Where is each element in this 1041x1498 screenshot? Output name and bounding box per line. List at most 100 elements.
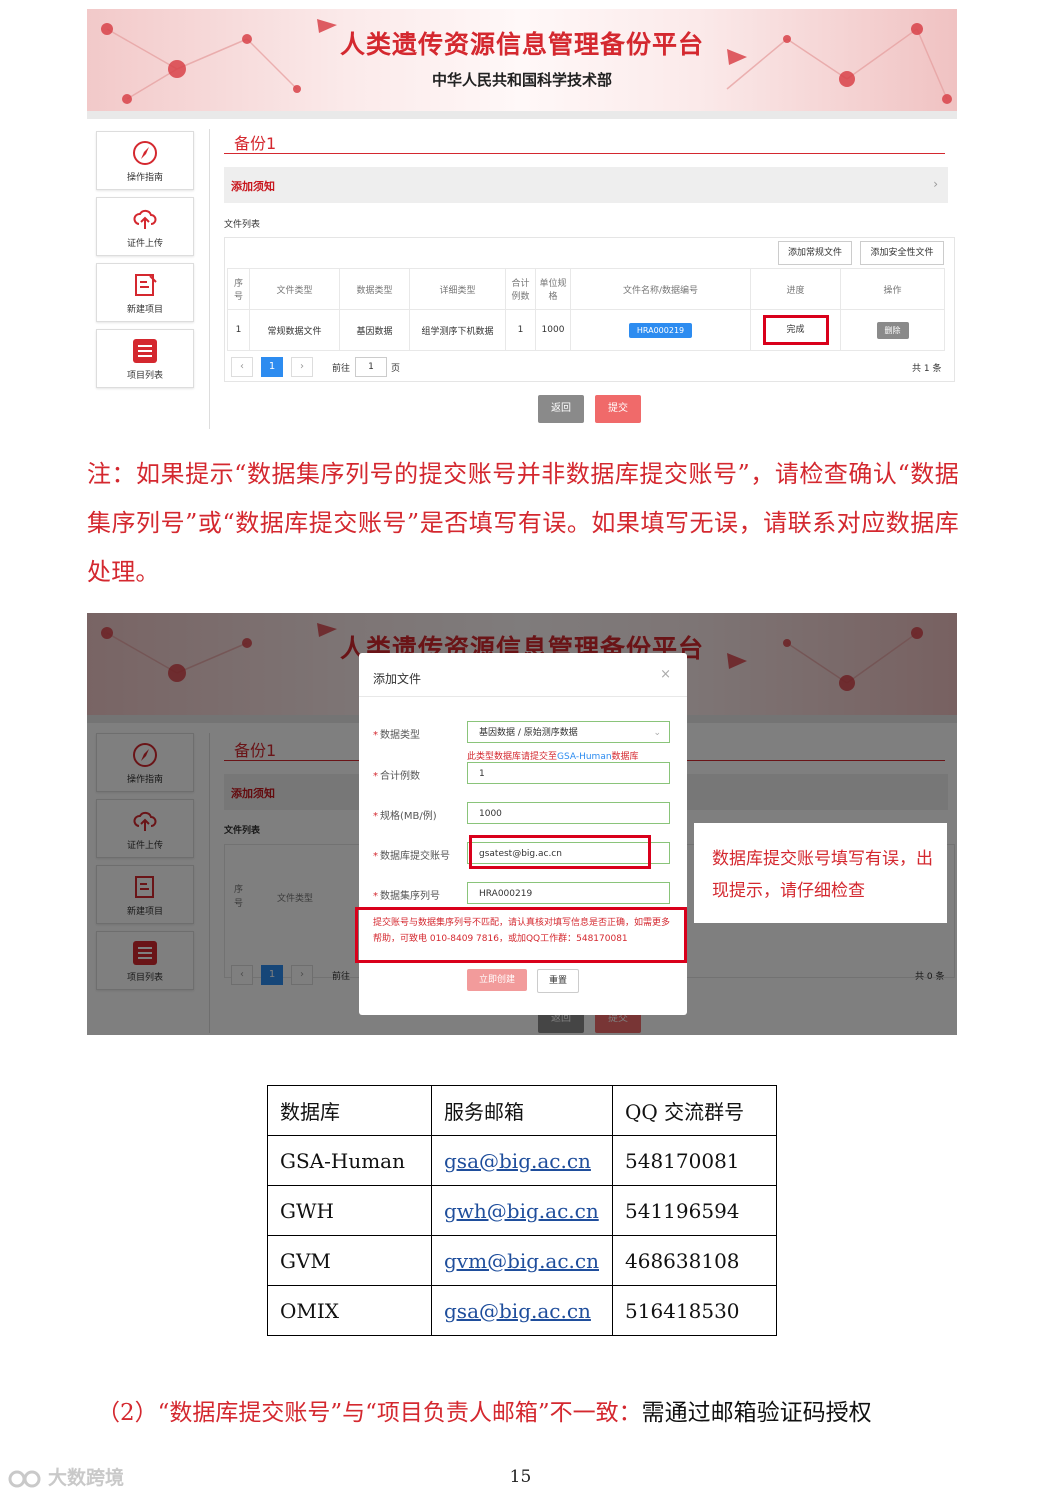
- cell-qq: 541196594: [612, 1185, 777, 1236]
- required-asterisk: *: [373, 851, 378, 862]
- total-count-label: * 合计例数: [373, 771, 420, 782]
- nav-project-list-button[interactable]: 项目列表: [96, 329, 194, 388]
- table-header: 进度: [750, 268, 841, 310]
- back-button[interactable]: 返回: [538, 395, 584, 423]
- table-header: QQ 交流群号: [612, 1085, 777, 1136]
- data-type-select[interactable]: 基因数据 / 原始测序数据 ⌄: [467, 721, 670, 743]
- error-message-highlight: [355, 907, 687, 963]
- add-regular-file-button[interactable]: 添加常规文件: [778, 241, 852, 265]
- notice-title: 添加须知: [231, 180, 275, 193]
- database-hint: 此类型数据库请提交至GSA-Human数据库: [467, 752, 639, 762]
- reset-button[interactable]: 重置: [537, 969, 579, 993]
- database-contact-table: 数据库 服务邮箱 QQ 交流群号 GSA-Human gsa@big.ac.cn…: [267, 1085, 777, 1336]
- table-row: 1 常规数据文件 基因数据 组学测序下机数据 1 1000 HRA000219 …: [227, 309, 945, 351]
- gsa-human-link[interactable]: GSA-Human: [557, 752, 612, 762]
- table-header: 合计例数: [505, 268, 536, 310]
- size-per-case-input[interactable]: 1000: [467, 802, 670, 824]
- cell-file-id: HRA000219: [570, 309, 751, 351]
- table-row: GSA-Human gsa@big.ac.cn 548170081: [267, 1135, 777, 1186]
- list-icon: [133, 339, 157, 363]
- email-link[interactable]: gsa@big.ac.cn: [444, 1149, 591, 1173]
- nav-guide-button[interactable]: 操作指南: [96, 131, 194, 190]
- cell-email: gsa@big.ac.cn: [431, 1135, 613, 1186]
- pager-page-suffix: 页: [391, 364, 401, 374]
- create-now-button[interactable]: 立即创建: [467, 969, 527, 991]
- table-header: 文件名称/数据编号: [570, 268, 751, 310]
- project-title-underline: [224, 153, 945, 154]
- table-header-row: 序号 文件类型 数据类型 详细类型 合计例数 单位规格 文件名称/数据编号 进度…: [227, 268, 945, 310]
- file-list-label: 文件列表: [224, 220, 261, 230]
- cell-qq: 548170081: [612, 1135, 777, 1186]
- table-row: OMIX gsa@big.ac.cn 516418530: [267, 1285, 777, 1336]
- email-link[interactable]: gwh@big.ac.cn: [444, 1199, 599, 1223]
- nav-new-project-label: 新建项目: [126, 305, 163, 315]
- email-link[interactable]: gsa@big.ac.cn: [444, 1299, 591, 1323]
- cell-database: OMIX: [267, 1285, 432, 1336]
- cell-qq: 468638108: [612, 1235, 777, 1286]
- section-2-text: 需通过邮箱验证码授权: [641, 1400, 872, 1426]
- cell-email: gsa@big.ac.cn: [431, 1285, 613, 1336]
- table-header-row: 数据库 服务邮箱 QQ 交流群号: [267, 1085, 777, 1136]
- cloud-upload-icon: [133, 209, 157, 229]
- pager-goto-input[interactable]: 1: [355, 357, 387, 377]
- cell-action: 删除: [840, 309, 945, 351]
- progress-status-highlighted: 完成: [762, 315, 829, 345]
- cell-database: GSA-Human: [267, 1135, 432, 1186]
- cell-progress: 完成: [750, 309, 841, 351]
- table-header: 操作: [840, 268, 945, 310]
- chevron-right-icon: ›: [933, 177, 938, 191]
- notice-collapse[interactable]: 添加须知 ›: [224, 167, 948, 203]
- table-header: 数据类型: [339, 268, 410, 310]
- required-asterisk: *: [373, 891, 378, 902]
- dataset-serial-label: * 数据集序列号: [373, 891, 440, 902]
- modal-header-divider: [359, 696, 687, 697]
- total-count-input[interactable]: 1: [467, 762, 670, 784]
- pager-page-1[interactable]: 1: [261, 357, 283, 377]
- compass-icon: [133, 141, 157, 165]
- submit-button[interactable]: 提交: [595, 395, 641, 423]
- close-icon[interactable]: ×: [660, 667, 671, 682]
- add-security-file-button[interactable]: 添加安全性文件: [860, 241, 944, 265]
- note-paragraph: 注：如果提示“数据集序列号的提交账号并非数据库提交账号”，请检查确认“数据集序列…: [87, 460, 959, 586]
- screenshot-add-file-modal: 人类遗传资源信息管理备份平台 操作指南 证件上传 新建项目 项目: [87, 613, 957, 1035]
- banner-subtitle: 中华人民共和国科学技术部: [431, 71, 612, 89]
- submit-account-label: * 数据库提交账号: [373, 851, 450, 862]
- account-field-highlight: [469, 835, 651, 869]
- cell-unit: 1000: [535, 309, 571, 351]
- data-type-label: * 数据类型: [373, 730, 420, 741]
- cell-database: GWH: [267, 1185, 432, 1236]
- file-table: 序号 文件类型 数据类型 详细类型 合计例数 单位规格 文件名称/数据编号 进度…: [227, 268, 945, 351]
- table-header: 数据库: [267, 1085, 432, 1136]
- table-row: GVM gvm@big.ac.cn 468638108: [267, 1235, 777, 1286]
- cell-count: 1: [505, 309, 536, 351]
- nav-project-list-label: 项目列表: [126, 371, 163, 381]
- edit-document-icon: [135, 274, 157, 296]
- cell-detail-type: 组学测序下机数据: [409, 309, 506, 351]
- delete-button[interactable]: 删除: [876, 321, 909, 339]
- nav-certificate-upload-button[interactable]: 证件上传: [96, 197, 194, 256]
- cell-file-type: 常规数据文件: [249, 309, 340, 351]
- table-header: 服务邮箱: [431, 1085, 613, 1136]
- pager-prev-button[interactable]: ‹: [231, 357, 253, 377]
- table-header: 详细类型: [409, 268, 506, 310]
- table-header: 序号: [227, 268, 250, 310]
- table-row: GWH gwh@big.ac.cn 541196594: [267, 1185, 777, 1236]
- banner-divider: [87, 111, 957, 119]
- file-id-link[interactable]: HRA000219: [628, 322, 693, 338]
- email-link[interactable]: gvm@big.ac.cn: [444, 1249, 599, 1273]
- section-2-heading: （2）“数据库提交账号”与“项目负责人邮箱”不一致：需通过邮箱验证码授权: [97, 1393, 872, 1427]
- dataset-serial-input[interactable]: HRA000219: [467, 882, 670, 904]
- cell-data-type: 基因数据: [339, 309, 410, 351]
- pager-next-button[interactable]: ›: [291, 357, 313, 377]
- chevron-down-icon: ⌄: [653, 728, 661, 738]
- table-header: 单位规格: [535, 268, 571, 310]
- section-2-title: （2）“数据库提交账号”与“项目负责人邮箱”不一致：: [97, 1400, 642, 1426]
- nav-divider: [209, 129, 210, 429]
- cell-email: gwh@big.ac.cn: [431, 1185, 613, 1236]
- cell-qq: 516418530: [612, 1285, 777, 1336]
- nav-new-project-button[interactable]: 新建项目: [96, 263, 194, 322]
- nav-certificate-upload-label: 证件上传: [126, 239, 163, 249]
- callout-annotation: 数据库提交账号填写有误，出现提示，请仔细检查: [694, 823, 947, 923]
- modal-title: 添加文件: [373, 672, 422, 686]
- screenshot-project-files: 人类遗传资源信息管理备份平台 中华人民共和国科学技术部 操作指南 证件上传 新建…: [87, 9, 957, 434]
